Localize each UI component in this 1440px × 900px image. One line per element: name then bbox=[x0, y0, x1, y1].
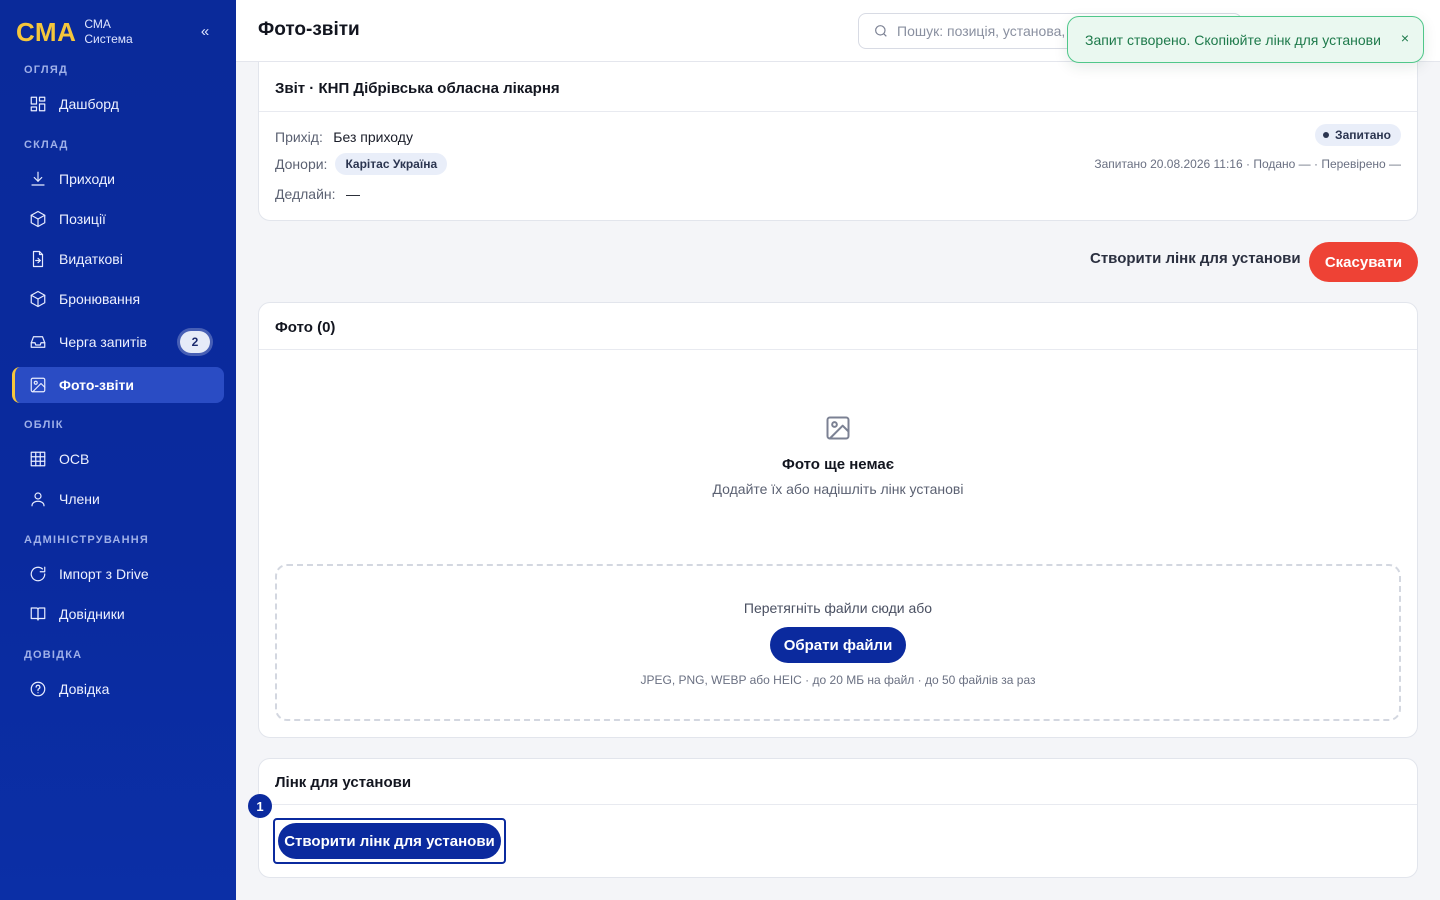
create-link-button[interactable]: Створити лінк для установи bbox=[278, 823, 501, 859]
arrival-row: Прихід: Без приходу bbox=[275, 129, 413, 147]
deadline-label: Дедлайн: bbox=[275, 186, 336, 202]
divider bbox=[259, 349, 1417, 350]
empty-state-title: Фото ще немає bbox=[782, 456, 894, 473]
institution-link-card: Лінк для установи Створити лінк для уста… bbox=[258, 758, 1418, 878]
choose-files-button[interactable]: Обрати файли bbox=[770, 627, 906, 663]
sidebar-item-directories[interactable]: Довідники bbox=[12, 596, 224, 632]
photos-title: Фото (0) bbox=[275, 319, 336, 336]
report-info-card: Звіт · КНП Дібрівська обласна лікарня Пр… bbox=[258, 62, 1418, 221]
download-icon bbox=[28, 169, 48, 189]
status-dot-icon bbox=[1323, 132, 1330, 138]
sidebar-item-label: Дашборд bbox=[59, 96, 119, 112]
search-icon bbox=[875, 25, 887, 37]
sidebar-item-label: Приходи bbox=[59, 171, 115, 187]
sidebar-item-label: Позиції bbox=[59, 211, 106, 227]
sidebar-item-reservations[interactable]: Бронювання bbox=[12, 281, 224, 317]
queue-count-badge: 2 bbox=[180, 331, 210, 353]
page-title: Фото-звіти bbox=[258, 19, 360, 40]
divider bbox=[259, 804, 1417, 805]
arrival-label: Прихід: bbox=[275, 129, 323, 145]
sidebar-item-label: Довідка bbox=[59, 681, 110, 697]
donors-row: Донори: Карітас Україна bbox=[275, 153, 448, 175]
sidebar-item-drive-import[interactable]: Імпорт з Drive bbox=[12, 556, 224, 592]
box-icon bbox=[28, 289, 48, 309]
sidebar-item-help[interactable]: Довідка bbox=[12, 671, 224, 707]
sidebar-item-label: Імпорт з Drive bbox=[59, 566, 149, 582]
image-placeholder-icon bbox=[824, 414, 852, 447]
refresh-icon bbox=[28, 564, 48, 584]
deadline-row: Дедлайн: — bbox=[275, 186, 360, 204]
photos-card: Фото (0) Фото ще немає Додайте їх або на… bbox=[258, 302, 1418, 738]
collapse-sidebar-button[interactable]: « bbox=[196, 22, 214, 42]
arrival-value: Без приходу bbox=[333, 129, 413, 145]
user-icon bbox=[28, 489, 48, 509]
report-timeline: Запитано 20.08.2026 11:16 · Подано — · П… bbox=[1094, 157, 1401, 171]
section-title-accounting: ОБЛІК bbox=[24, 419, 64, 431]
sidebar-item-label: Довідники bbox=[59, 606, 125, 622]
sidebar-item-label: ОСВ bbox=[59, 451, 90, 467]
inbox-icon bbox=[28, 332, 48, 352]
table-icon bbox=[28, 449, 48, 469]
section-title-help: ДОВІДКА bbox=[24, 649, 83, 661]
status-label: Запитано bbox=[1335, 128, 1391, 142]
dashboard-icon bbox=[28, 94, 48, 114]
sidebar-item-positions[interactable]: Позиції bbox=[12, 201, 224, 237]
toast-close-button[interactable]: × bbox=[1401, 30, 1409, 46]
section-title-overview: ОГЛЯД bbox=[24, 64, 68, 76]
success-toast: Запит створено. Скопіюйте лінк для устан… bbox=[1067, 16, 1424, 63]
sidebar-item-label: Черга запитів bbox=[59, 334, 147, 350]
brand-line-1: СМА bbox=[84, 17, 111, 31]
sidebar-item-label: Фото-звіти bbox=[59, 377, 134, 393]
dropzone-text: Перетягніть файли сюди або bbox=[743, 600, 933, 616]
sidebar: СМА СМА Система « ОГЛЯД Дашборд СКЛАД Пр… bbox=[0, 0, 236, 900]
sidebar-item-members[interactable]: Члени bbox=[12, 481, 224, 517]
empty-state-subtitle: Додайте їх або надішліть лінк установі bbox=[712, 481, 964, 497]
sidebar-item-label: Видаткові bbox=[59, 251, 123, 267]
cancel-button[interactable]: Скасувати bbox=[1309, 242, 1418, 282]
sidebar-item-arrivals[interactable]: Приходи bbox=[12, 161, 224, 197]
divider bbox=[259, 111, 1417, 112]
sidebar-item-photo-reports[interactable]: Фото-звіти bbox=[12, 367, 224, 403]
toast-message: Запит створено. Скопіюйте лінк для устан… bbox=[1085, 31, 1381, 48]
file-format-hint: JPEG, PNG, WEBP або HEIC · до 20 МБ на ф… bbox=[640, 673, 1036, 687]
create-link-text-button[interactable]: Створити лінк для установи bbox=[1090, 250, 1301, 267]
section-title-admin: АДМІНІСТРУВАННЯ bbox=[24, 534, 149, 546]
sidebar-item-label: Члени bbox=[59, 491, 100, 507]
section-title-warehouse: СКЛАД bbox=[24, 139, 69, 151]
book-icon bbox=[28, 604, 48, 624]
status-badge: Запитано bbox=[1315, 124, 1401, 146]
report-title: Звіт · КНП Дібрівська обласна лікарня bbox=[275, 80, 560, 97]
donor-tag: Карітас Україна bbox=[335, 153, 448, 175]
sidebar-item-expenses[interactable]: Видаткові bbox=[12, 241, 224, 277]
file-out-icon bbox=[28, 249, 48, 269]
sidebar-item-label: Бронювання bbox=[59, 291, 141, 307]
step-marker: 1 bbox=[248, 794, 272, 818]
brand-logo: СМА bbox=[16, 16, 77, 47]
brand-line-2: Система bbox=[84, 32, 133, 46]
image-icon bbox=[28, 375, 48, 395]
sidebar-item-request-queue[interactable]: Черга запитів 2 bbox=[12, 324, 224, 360]
link-section-title: Лінк для установи bbox=[275, 774, 412, 791]
file-dropzone[interactable]: Перетягніть файли сюди або Обрати файли … bbox=[275, 564, 1401, 721]
brand-name: СМА Система bbox=[84, 17, 132, 47]
donors-label: Донори: bbox=[275, 156, 328, 172]
box-icon bbox=[28, 209, 48, 229]
deadline-value: — bbox=[345, 186, 360, 202]
sidebar-item-osv[interactable]: ОСВ bbox=[12, 441, 224, 477]
sidebar-item-dashboard[interactable]: Дашборд bbox=[12, 86, 224, 122]
brand[interactable]: СМА СМА Система bbox=[16, 16, 133, 48]
help-icon bbox=[28, 679, 48, 699]
